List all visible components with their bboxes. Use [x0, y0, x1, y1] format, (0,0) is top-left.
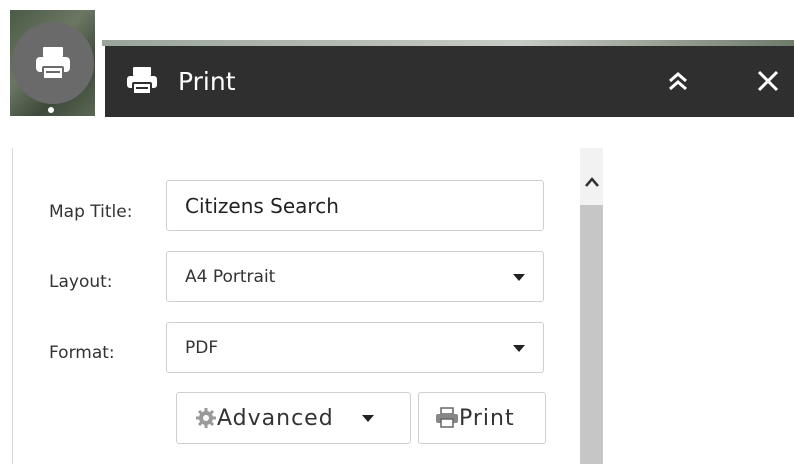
advanced-button-label: Advanced: [217, 405, 334, 431]
chevron-down-icon: [513, 274, 525, 281]
chevron-up-icon: [584, 177, 599, 187]
collapse-button[interactable]: [665, 68, 691, 94]
printer-icon: [36, 47, 70, 80]
layout-selected-value: A4 Portrait: [185, 267, 276, 287]
format-select[interactable]: PDF: [166, 322, 544, 373]
double-chevron-up-icon: [669, 72, 687, 91]
format-selected-value: PDF: [185, 338, 219, 358]
map-title-field[interactable]: [166, 180, 544, 231]
print-form-panel: Map Title: Layout: A4 Portrait Format: P…: [12, 148, 603, 464]
chevron-down-icon: [513, 345, 525, 352]
scrollbar-thumb[interactable]: [580, 205, 603, 464]
map-title-input[interactable]: [185, 194, 505, 218]
layout-select[interactable]: A4 Portrait: [166, 251, 544, 302]
vertical-scrollbar[interactable]: [580, 148, 603, 464]
format-label: Format:: [49, 343, 115, 363]
close-icon: [757, 70, 779, 92]
printer-icon: [127, 67, 157, 95]
layout-label: Layout:: [49, 272, 113, 292]
scroll-up-button[interactable]: [580, 172, 603, 192]
gear-icon: [196, 408, 216, 428]
active-indicator: [48, 107, 54, 113]
print-button[interactable]: Print: [418, 392, 546, 444]
print-button-label: Print: [459, 405, 515, 431]
printer-icon: [436, 407, 458, 428]
advanced-button[interactable]: Advanced: [176, 392, 411, 444]
map-title-label: Map Title:: [49, 202, 133, 222]
print-widget-button[interactable]: [12, 22, 94, 104]
close-button[interactable]: [753, 66, 783, 96]
panel-title: Print: [178, 67, 236, 96]
print-panel-header: Print: [105, 46, 794, 117]
chevron-down-icon: [361, 414, 374, 422]
